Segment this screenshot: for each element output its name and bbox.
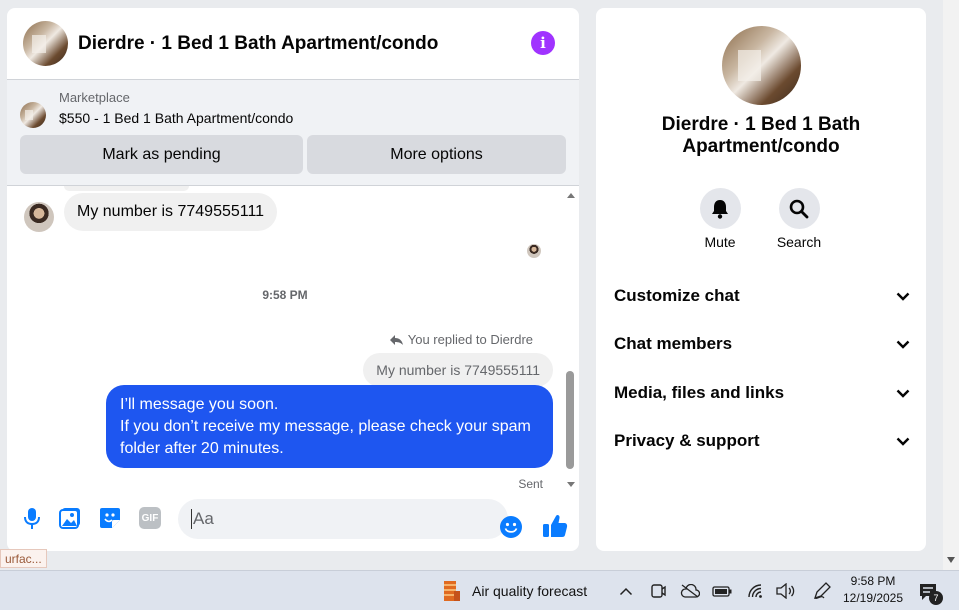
contact-avatar[interactable]	[23, 21, 68, 66]
thumbs-up-icon[interactable]	[542, 512, 568, 540]
outgoing-message[interactable]: I’ll message you soon. If you don’t rece…	[106, 385, 553, 468]
gif-label: GIF	[141, 512, 159, 524]
section-media-files-links[interactable]: Media, files and links	[614, 378, 910, 408]
message-input-placeholder: Aa	[193, 509, 214, 528]
mute-label: Mute	[704, 234, 736, 250]
wifi-icon[interactable]	[745, 581, 767, 601]
truncated-tooltip: urfac...	[0, 549, 47, 568]
mark-as-pending-button[interactable]: Mark as pending	[20, 135, 303, 174]
outgoing-line: folder after 20 minutes.	[120, 440, 284, 457]
profile-name: Dierdre · 1 Bed 1 Bath Apartment/condo	[661, 114, 861, 157]
clock-date: 12/19/2025	[842, 591, 904, 605]
microphone-icon[interactable]	[21, 505, 43, 533]
marketplace-bar: Marketplace $550 - 1 Bed 1 Bath Apartmen…	[7, 80, 579, 186]
section-label: Chat members	[614, 334, 733, 353]
replied-indicator: You replied to Dierdre	[389, 332, 533, 347]
scrollbar-thumb[interactable]	[566, 371, 574, 469]
message-timestamp: 9:58 PM	[262, 288, 308, 302]
volume-icon[interactable]	[775, 581, 797, 601]
section-customize-chat[interactable]: Customize chat	[614, 281, 910, 311]
quoted-message[interactable]: My number is 7749555111	[363, 353, 553, 387]
sender-avatar[interactable]	[24, 202, 54, 232]
photo-icon[interactable]	[59, 506, 81, 530]
incoming-message[interactable]: My number is 7749555111	[64, 193, 278, 231]
info-icon[interactable]: i	[531, 31, 555, 55]
marketplace-label: Marketplace	[59, 90, 130, 105]
reply-arrow-icon	[389, 334, 403, 345]
weather-text: Air quality forecast	[472, 583, 588, 599]
page-scrollbar[interactable]	[943, 0, 959, 570]
chevron-down-icon	[896, 340, 910, 349]
gif-icon[interactable]: GIF	[139, 507, 161, 529]
message-list: My number is 7749555111 9:58 PM You repl…	[7, 186, 579, 496]
chevron-down-icon	[896, 292, 910, 301]
cloud-offline-icon[interactable]	[679, 581, 701, 601]
profile-avatar[interactable]	[722, 26, 801, 105]
chevron-down-icon	[896, 389, 910, 398]
outgoing-line: I’ll message you soon.	[120, 396, 279, 413]
battery-icon[interactable]	[711, 581, 733, 601]
air-quality-widget[interactable]: Air quality forecast	[440, 577, 587, 605]
outgoing-line: If you don’t receive my message, please …	[120, 418, 531, 435]
composer: GIF Aa	[7, 496, 579, 551]
factory-icon	[444, 581, 460, 601]
search-label: Search	[776, 234, 822, 250]
pen-icon[interactable]	[810, 580, 834, 602]
chevron-down-icon	[896, 437, 910, 446]
search-icon	[778, 188, 820, 229]
previous-bubble-edge	[64, 186, 189, 191]
section-label: Privacy & support	[614, 431, 760, 450]
text-caret	[191, 509, 192, 529]
clock-time: 9:58 PM	[850, 574, 896, 588]
section-privacy-support[interactable]: Privacy & support	[614, 426, 910, 456]
chat-title[interactable]: Dierdre · 1 Bed 1 Bath Apartment/condo	[78, 33, 438, 55]
more-options-button[interactable]: More options	[307, 135, 566, 174]
read-receipt-avatar	[527, 244, 541, 258]
section-label: Customize chat	[614, 286, 740, 305]
sticker-icon[interactable]	[99, 506, 121, 530]
delivery-status: Sent	[518, 477, 543, 491]
listing-thumbnail[interactable]	[20, 102, 46, 128]
bell-icon	[699, 188, 741, 229]
chat-header: Dierdre · 1 Bed 1 Bath Apartment/condo i	[7, 8, 579, 80]
emoji-icon[interactable]	[499, 515, 523, 539]
clock[interactable]: 9:58 PM 12/19/2025	[838, 573, 908, 609]
taskbar: Air quality forecast 9:58 PM 12/19/2025 …	[0, 570, 959, 610]
meet-now-icon[interactable]	[648, 581, 668, 601]
message-input[interactable]: Aa	[178, 499, 508, 539]
search-button[interactable]: Search	[769, 188, 829, 250]
section-label: Media, files and links	[614, 383, 785, 402]
show-hidden-icons-chevron-up-icon[interactable]	[616, 581, 636, 601]
section-chat-members[interactable]: Chat members	[614, 329, 910, 359]
mute-button[interactable]: Mute	[690, 188, 750, 250]
message-scrollbar[interactable]	[563, 186, 579, 496]
listing-price-title[interactable]: $550 - 1 Bed 1 Bath Apartment/condo	[59, 110, 293, 126]
conversation-info-panel: Dierdre · 1 Bed 1 Bath Apartment/condo M…	[596, 8, 926, 551]
notification-icon[interactable]: 7	[915, 579, 943, 605]
replied-label: You replied to Dierdre	[407, 332, 533, 347]
notification-count: 7	[929, 591, 943, 605]
chat-panel: Dierdre · 1 Bed 1 Bath Apartment/condo i…	[7, 8, 579, 551]
